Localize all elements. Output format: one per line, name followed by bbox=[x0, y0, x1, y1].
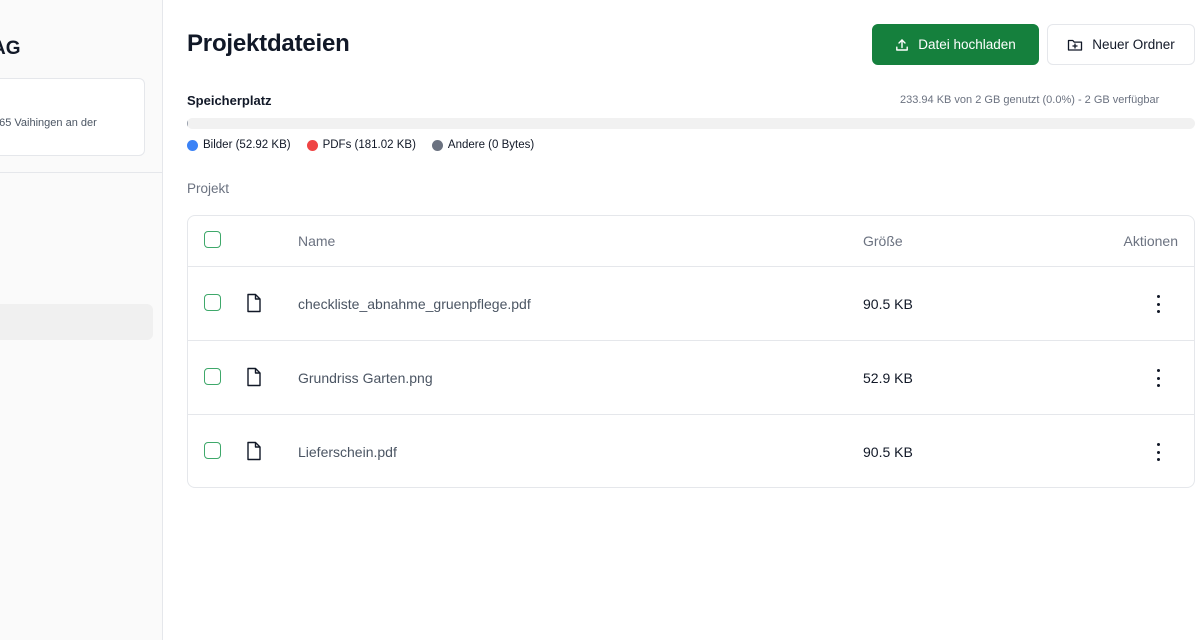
more-actions-icon[interactable] bbox=[1152, 369, 1164, 387]
upload-file-label: Datei hochladen bbox=[918, 37, 1016, 52]
legend-dot-other bbox=[431, 139, 443, 151]
table-row[interactable]: Lieferschein.pdf 90.5 KB bbox=[188, 415, 1194, 487]
folder-plus-icon bbox=[1067, 38, 1083, 52]
sidebar-divider bbox=[0, 172, 162, 173]
storage-label: Speicherplatz bbox=[187, 93, 272, 108]
legend-label-images: Bilder (52.92 KB) bbox=[203, 139, 291, 151]
company-address: 665 Vaihingen an der bbox=[0, 117, 97, 129]
file-size: 90.5 KB bbox=[863, 444, 913, 460]
file-icon bbox=[246, 367, 262, 392]
more-actions-icon[interactable] bbox=[1152, 443, 1164, 461]
breadcrumb[interactable]: Projekt bbox=[187, 181, 229, 196]
table-header-row: Name Größe Aktionen bbox=[188, 216, 1194, 267]
legend-dot-images bbox=[187, 139, 198, 151]
file-icon bbox=[246, 441, 262, 466]
file-icon bbox=[246, 293, 262, 318]
file-table: Name Größe Aktionen checkliste_abnahme_g… bbox=[187, 215, 1195, 488]
storage-legend: Bilder (52.92 KB) PDFs (181.02 KB) Ander… bbox=[187, 139, 534, 151]
row-checkbox[interactable] bbox=[204, 368, 221, 385]
column-header-name[interactable]: Name bbox=[298, 233, 335, 249]
legend-label-pdfs: PDFs (181.02 KB) bbox=[322, 139, 416, 151]
file-name[interactable]: checkliste_abnahme_gruenpflege.pdf bbox=[298, 296, 531, 312]
storage-progress-bar bbox=[187, 118, 1195, 129]
company-name: AG bbox=[0, 38, 21, 60]
upload-icon bbox=[895, 38, 909, 52]
legend-dot-pdfs bbox=[306, 139, 318, 151]
legend-item-images: Bilder (52.92 KB) bbox=[187, 139, 291, 151]
new-folder-label: Neuer Ordner bbox=[1092, 37, 1175, 52]
new-folder-button[interactable]: Neuer Ordner bbox=[1047, 24, 1195, 65]
legend-item-pdfs: PDFs (181.02 KB) bbox=[306, 139, 416, 151]
sidebar-item-active[interactable] bbox=[0, 304, 153, 340]
sidebar: AG 665 Vaihingen an der bbox=[0, 0, 163, 640]
column-header-size[interactable]: Größe bbox=[863, 233, 903, 249]
file-size: 52.9 KB bbox=[863, 370, 913, 386]
storage-progress-fill bbox=[187, 118, 188, 129]
select-all-checkbox[interactable] bbox=[204, 231, 221, 248]
file-name[interactable]: Grundriss Garten.png bbox=[298, 370, 433, 386]
column-header-actions: Aktionen bbox=[1123, 233, 1178, 249]
legend-item-other: Andere (0 Bytes) bbox=[431, 139, 535, 151]
more-actions-icon[interactable] bbox=[1152, 295, 1164, 313]
table-row[interactable]: Grundriss Garten.png 52.9 KB bbox=[188, 341, 1194, 415]
table-row[interactable]: checkliste_abnahme_gruenpflege.pdf 90.5 … bbox=[188, 267, 1194, 341]
upload-file-button[interactable]: Datei hochladen bbox=[872, 24, 1039, 65]
page-title: Projektdateien bbox=[187, 30, 350, 57]
row-checkbox[interactable] bbox=[204, 294, 221, 311]
row-checkbox[interactable] bbox=[204, 442, 221, 459]
storage-usage-text: 233.94 KB von 2 GB genutzt (0.0%) - 2 GB… bbox=[900, 94, 1160, 106]
file-name[interactable]: Lieferschein.pdf bbox=[298, 444, 397, 460]
file-size: 90.5 KB bbox=[863, 296, 913, 312]
company-name-label: AG bbox=[0, 38, 21, 59]
legend-label-other: Andere (0 Bytes) bbox=[447, 139, 535, 151]
